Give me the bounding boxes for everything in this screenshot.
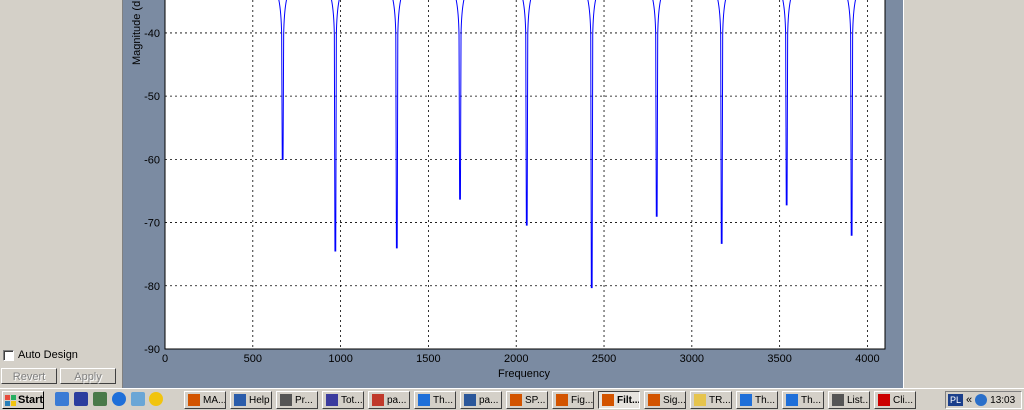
magnitude-response-plot: 0 500 1000 1500 2000 2500 3000 3500 4000 -40 -50 -6… (131, 0, 886, 380)
taskbar-button-label: Th... (801, 394, 822, 406)
taskbar-button-label: Cli... (893, 394, 913, 406)
filter-design-panel: Auto Design Revert Apply (0, 0, 123, 388)
y-tick-label: -60 (144, 154, 160, 166)
matlab-icon (556, 394, 568, 406)
x-tick-label: 500 (244, 353, 262, 365)
media-player-icon[interactable] (149, 392, 163, 406)
matlab-icon (602, 394, 614, 406)
ie-browser-icon (786, 394, 798, 406)
auto-design-checkbox[interactable]: Auto Design (3, 349, 78, 361)
matlab-icon (188, 394, 200, 406)
y-tick-label: -90 (144, 344, 160, 356)
network-icon[interactable] (93, 392, 107, 406)
taskbar-button[interactable]: Pr... (276, 391, 318, 409)
language-indicator[interactable]: PL (948, 394, 964, 406)
show-desktop-icon[interactable] (55, 392, 69, 406)
window-right-edge (903, 0, 1024, 388)
y-axis-label: Magnitude (dB (131, 0, 143, 65)
taskbar-button[interactable]: Th... (736, 391, 778, 409)
start-label: Start (18, 394, 44, 406)
list-document-icon (832, 394, 844, 406)
x-tick-label: 1500 (416, 353, 440, 365)
taskbar-button[interactable]: Filt... (598, 391, 640, 409)
floppy-disk-icon (326, 394, 338, 406)
y-tick-label: -80 (144, 281, 160, 293)
taskbar-button-label: Tot... (341, 394, 363, 406)
y-tick-label: -70 (144, 218, 160, 230)
pdf-icon (372, 394, 384, 406)
x-tick-label: 2000 (504, 353, 528, 365)
x-tick-label: 3000 (680, 353, 704, 365)
start-button[interactable]: Start (2, 391, 44, 409)
taskbar-button-label: Th... (755, 394, 776, 406)
checkbox-box[interactable] (3, 349, 14, 361)
windows-flag-icon (5, 394, 16, 406)
taskbar-button[interactable]: SP... (506, 391, 548, 409)
taskbar-button-label: Help (249, 394, 270, 406)
apply-button[interactable]: Apply (60, 368, 116, 384)
taskbar-button[interactable]: Tot... (322, 391, 364, 409)
network-status-icon[interactable] (975, 394, 988, 406)
taskbar-button-label: List... (847, 394, 870, 406)
taskbar-button-label: TR... (709, 394, 731, 406)
ie-browser-icon (740, 394, 752, 406)
matlab-icon (510, 394, 522, 406)
taskbar-button[interactable]: List... (828, 391, 870, 409)
taskbar-button[interactable]: Cli... (874, 391, 916, 409)
x-tick-label: 0 (162, 353, 168, 365)
y-tick-label: -40 (144, 28, 160, 40)
outlook-icon[interactable] (131, 392, 145, 406)
document-icon (280, 394, 292, 406)
x-axis-label: Frequency (498, 368, 550, 380)
taskbar-button-label: SP... (525, 394, 546, 406)
x-tick-label: 3500 (767, 353, 791, 365)
revert-button[interactable]: Revert (1, 368, 57, 384)
taskbar-button[interactable]: pa... (460, 391, 502, 409)
x-tick-label: 4000 (855, 353, 879, 365)
windows-taskbar: Start MA... Help Pr... Tot... pa... Th... pa..… (0, 388, 1024, 410)
expand-tray-chevron[interactable]: « (966, 394, 972, 406)
taskbar-button-label: pa... (479, 394, 499, 406)
taskbar-button-label: Fig... (571, 394, 594, 406)
taskbar-button[interactable]: TR... (690, 391, 732, 409)
taskbar-button[interactable]: pa... (368, 391, 410, 409)
clock[interactable]: 13:03 (990, 395, 1015, 406)
x-tick-label: 1000 (328, 353, 352, 365)
taskbar-button[interactable]: Th... (414, 391, 456, 409)
ie-browser-icon[interactable] (112, 392, 126, 406)
taskbar-button-label: pa... (387, 394, 407, 406)
floppy-disk-icon[interactable] (74, 392, 88, 406)
taskbar-button[interactable]: Help (230, 391, 272, 409)
taskbar-button[interactable]: Th... (782, 391, 824, 409)
taskbar-button[interactable]: MA... (184, 391, 226, 409)
plot-axes (164, 0, 886, 350)
word-document-icon (464, 394, 476, 406)
matlab-icon (648, 394, 660, 406)
help-window-icon (234, 394, 246, 406)
taskbar-button-label: Sig... (663, 394, 686, 406)
taskbar-button-label: Pr... (295, 394, 313, 406)
system-tray: PL « 13:03 (945, 391, 1022, 409)
taskbar-button-label: Filt... (617, 394, 640, 406)
x-tick-label: 2500 (592, 353, 616, 365)
taskbar-button-label: Th... (433, 394, 454, 406)
taskbar-button[interactable]: Fig... (552, 391, 594, 409)
clipboard-star-icon (878, 394, 890, 406)
y-tick-label: -50 (144, 91, 160, 103)
folder-icon (694, 394, 706, 406)
ie-browser-icon (418, 394, 430, 406)
taskbar-button[interactable]: Sig... (644, 391, 686, 409)
taskbar-button-label: MA... (203, 394, 226, 406)
auto-design-label: Auto Design (18, 349, 78, 361)
